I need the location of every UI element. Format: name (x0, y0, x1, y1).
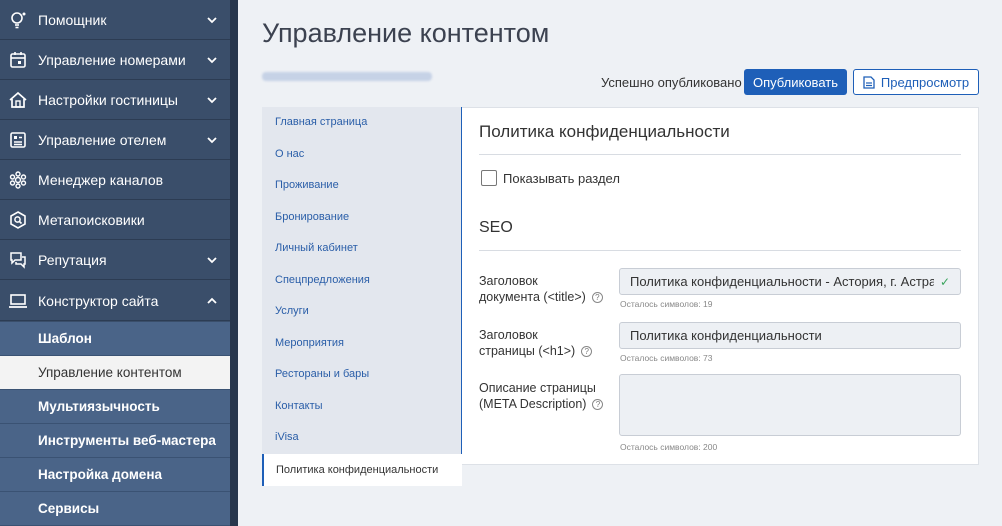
sidebar-item-label: Помощник (38, 11, 107, 28)
calendar-icon (8, 50, 28, 70)
document-icon (863, 75, 875, 89)
document-title-input[interactable]: Политика конфиденциальности - Астория, г… (619, 268, 961, 295)
sidebar-item-label: Метапоисковики (38, 211, 145, 228)
field-label-line: документа (<title>) (479, 290, 586, 304)
chars-remaining-hint: Осталось символов: 19 (620, 299, 713, 309)
sidebar-subitem-label: Мультиязычность (38, 399, 160, 414)
sidebar-subitem-label: Сервисы (38, 501, 100, 516)
input-value: Политика конфиденциальности (630, 328, 822, 343)
field-label-line: страницы (<h1>) (479, 344, 576, 358)
preview-button[interactable]: Предпросмотр (853, 69, 979, 95)
sidebar-item-assistant[interactable]: Помощник (0, 0, 230, 40)
divider (479, 250, 961, 251)
publish-button[interactable]: Опубликовать (744, 69, 847, 95)
chevron-down-icon (207, 16, 217, 23)
meta-description-textarea[interactable] (619, 374, 961, 436)
sidebar-item-label: Настройки гостиницы (38, 91, 178, 108)
page-title: Управление контентом (262, 18, 550, 48)
sidebar-subitem-webmaster-tools[interactable]: Инструменты веб-мастера (0, 424, 230, 458)
chars-remaining-hint: Осталось символов: 200 (620, 442, 718, 452)
checkmark-icon: ✓ (939, 274, 950, 289)
sidebar-item-reputation[interactable]: Репутация (0, 240, 230, 280)
content-nav-item[interactable]: Проживание (275, 179, 339, 191)
sidebar-item-metasearch[interactable]: Метапоисковики (0, 200, 230, 240)
show-section-checkbox[interactable] (481, 170, 497, 186)
chevron-down-icon (207, 136, 217, 143)
chevron-up-icon (207, 297, 217, 304)
sidebar-subitem-label: Настройка домена (38, 467, 162, 482)
document-title-label: Заголовок документа (<title>)? (479, 273, 603, 305)
laptop-icon (8, 291, 28, 311)
field-label-line: Описание страницы (479, 381, 596, 395)
sidebar-item-label: Менеджер каналов (38, 171, 164, 188)
section-title: Политика конфиденциальности (479, 122, 730, 141)
sidebar-subitem-label: Инструменты веб-мастера (38, 433, 216, 448)
page-heading-label: Заголовок страницы (<h1>)? (479, 327, 593, 359)
sidebar-item-hotel-settings[interactable]: Настройки гостиницы (0, 80, 230, 120)
sidebar-subitem-label: Шаблон (38, 331, 92, 346)
chevron-down-icon (207, 256, 217, 263)
field-label-line: Заголовок (479, 274, 538, 288)
metasearch-icon (8, 210, 28, 230)
content-nav-item[interactable]: iVisa (275, 431, 299, 443)
content-nav-item[interactable]: О нас (275, 148, 304, 160)
sidebar-item-label: Управление отелем (38, 131, 167, 148)
seo-heading: SEO (479, 219, 513, 236)
content-nav-item[interactable]: Личный кабинет (275, 242, 358, 254)
meta-description-label: Описание страницы (META Description)? (479, 380, 604, 412)
field-label-line: (META Description) (479, 397, 587, 411)
sidebar-item-label: Репутация (38, 251, 107, 268)
sidebar-subitem-label: Управление контентом (38, 365, 182, 380)
channels-icon (8, 170, 28, 190)
content-pages-nav: Главная страница О нас Проживание Бронир… (262, 107, 462, 454)
field-label-line: Заголовок (479, 328, 538, 342)
chars-remaining-hint: Осталось символов: 73 (620, 353, 713, 363)
chevron-down-icon (207, 56, 217, 63)
divider (479, 154, 961, 155)
sidebar-subitem-services[interactable]: Сервисы (0, 492, 230, 526)
content-nav-item[interactable]: Услуги (275, 305, 309, 317)
help-icon[interactable]: ? (592, 399, 604, 411)
sidebar-item-site-builder[interactable]: Конструктор сайта (0, 281, 230, 321)
content-nav-item[interactable]: Главная страница (275, 116, 367, 128)
sidebar-subitem-template[interactable]: Шаблон (0, 322, 230, 356)
sidebar-item-channel-manager[interactable]: Менеджер каналов (0, 160, 230, 200)
sidebar-subitem-domain-settings[interactable]: Настройка домена (0, 458, 230, 492)
sidebar: Помощник Управление номерами Настройки г… (0, 0, 230, 526)
sidebar-item-hotel-management[interactable]: Управление отелем (0, 120, 230, 160)
chat-icon (8, 250, 28, 270)
page-heading-input[interactable]: Политика конфиденциальности (619, 322, 961, 349)
sidebar-scrollbar[interactable] (230, 0, 238, 526)
content-nav-item[interactable]: Мероприятия (275, 337, 344, 349)
sidebar-subitem-content-management[interactable]: Управление контентом (0, 356, 230, 390)
publish-status: Успешно опубликовано (601, 75, 742, 90)
sidebar-item-label: Конструктор сайта (38, 292, 159, 309)
lightbulb-icon (8, 10, 28, 30)
dashboard-icon (8, 130, 28, 150)
chevron-down-icon (207, 96, 217, 103)
sidebar-item-label: Управление номерами (38, 51, 186, 68)
content-nav-item[interactable]: Рестораны и бары (275, 368, 369, 380)
input-value: Политика конфиденциальности - Астория, г… (630, 274, 934, 289)
help-icon[interactable]: ? (591, 292, 603, 304)
house-icon (8, 90, 28, 110)
content-nav-item-active[interactable]: Политика конфиденциальности (262, 454, 462, 486)
show-section-label: Показывать раздел (503, 171, 620, 186)
help-icon[interactable]: ? (581, 346, 593, 358)
content-nav-item[interactable]: Бронирование (275, 211, 349, 223)
content-nav-item[interactable]: Спецпредложения (275, 274, 370, 286)
sidebar-subitem-multilanguage[interactable]: Мультиязычность (0, 390, 230, 424)
content-nav-item[interactable]: Контакты (275, 400, 323, 412)
sidebar-item-rooms[interactable]: Управление номерами (0, 40, 230, 80)
preview-button-label: Предпросмотр (880, 74, 970, 90)
site-url-link[interactable] (262, 72, 432, 81)
